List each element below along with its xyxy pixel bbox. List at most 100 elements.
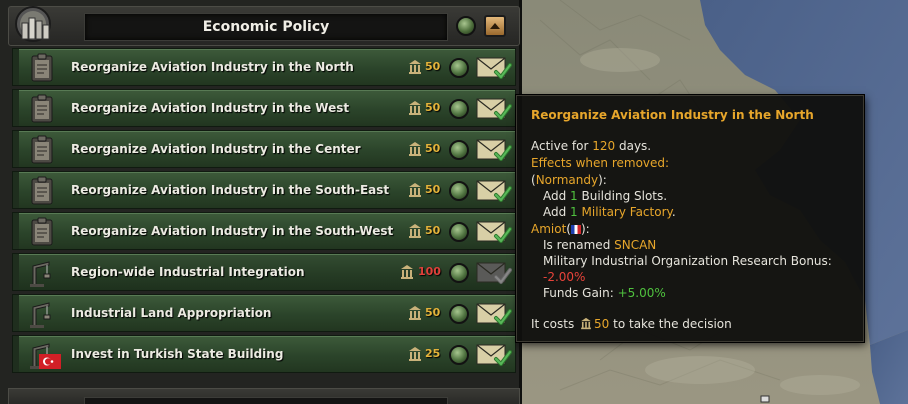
- decision-status-orb[interactable]: [449, 345, 469, 365]
- row-edge: [13, 90, 19, 126]
- decision-status-orb[interactable]: [449, 58, 469, 78]
- turkey-flag-icon: [39, 354, 61, 369]
- decision-status-orb[interactable]: [449, 263, 469, 283]
- research-bonus-value: -2.00%: [543, 270, 586, 284]
- add1-suffix: Building Slots.: [577, 189, 668, 203]
- decision-row[interactable]: Reorganize Aviation Industry in the Sout…: [12, 171, 516, 209]
- state-name[interactable]: Normandy: [536, 173, 598, 187]
- decision-row[interactable]: Reorganize Aviation Industry in the Sout…: [12, 212, 516, 250]
- renamed-prefix: Is renamed: [543, 238, 615, 252]
- political-power-icon: [409, 224, 421, 238]
- tooltip-title: Reorganize Aviation Industry in the Nort…: [531, 108, 814, 122]
- decision-row[interactable]: Reorganize Aviation Industry in the West…: [12, 89, 516, 127]
- political-power-icon: [409, 183, 421, 197]
- add2-suffix: Military Factory: [577, 205, 672, 219]
- decision-status-orb[interactable]: [449, 181, 469, 201]
- add2-num: 1: [570, 205, 578, 219]
- funds-label: Funds Gain:: [543, 286, 618, 300]
- add1-prefix: Add: [543, 189, 571, 203]
- france-flag-icon: [570, 225, 581, 234]
- decision-cost: 50: [425, 224, 441, 237]
- row-edge: [13, 336, 19, 372]
- decision-label: Reorganize Aviation Industry in the Sout…: [71, 183, 390, 197]
- add-building-slots-line: Add 1 Building Slots.: [543, 189, 667, 203]
- clipboard-icon: [31, 94, 53, 123]
- row-edge: [13, 295, 19, 331]
- take-decision-icon[interactable]: [476, 96, 512, 122]
- decision-row[interactable]: Reorganize Aviation Industry in the Nort…: [12, 48, 516, 86]
- next-category-title-bar: [84, 397, 448, 404]
- effects-header: Effects when removed:: [531, 156, 670, 170]
- decision-cost: 100: [418, 265, 441, 278]
- cost-suffix: to take the decision: [609, 317, 732, 331]
- take-decision-icon[interactable]: [476, 178, 512, 204]
- take-decision-icon[interactable]: [476, 342, 512, 368]
- take-decision-icon[interactable]: [476, 137, 512, 163]
- row-edge: [13, 254, 19, 290]
- funds-value: +5.00%: [617, 286, 666, 300]
- clipboard-icon: [31, 135, 53, 164]
- decision-cost: 50: [425, 306, 441, 319]
- decision-label: Reorganize Aviation Industry in the West: [71, 101, 350, 115]
- row-edge: [13, 49, 19, 85]
- decision-tooltip: Reorganize Aviation Industry in the Nort…: [516, 95, 864, 342]
- decision-label: Reorganize Aviation Industry in the Nort…: [71, 60, 354, 74]
- renamed-line: Is renamed SNCAN: [543, 238, 656, 252]
- clipboard-icon: [31, 176, 53, 205]
- decision-row[interactable]: Industrial Land Appropriation 50: [12, 294, 516, 332]
- political-power-icon: [401, 265, 413, 279]
- decision-status-orb[interactable]: [449, 304, 469, 324]
- decision-label: Reorganize Aviation Industry in the Sout…: [71, 224, 394, 238]
- decision-cost: 50: [425, 101, 441, 114]
- political-power-icon: [409, 60, 421, 74]
- row-edge: [13, 172, 19, 208]
- active-prefix: Active for: [531, 139, 593, 153]
- company-line: Amiot():: [531, 222, 590, 236]
- take-decision-icon[interactable]: [476, 219, 512, 245]
- row-edge: [13, 131, 19, 167]
- company-name: Amiot: [531, 222, 567, 236]
- renamed-name: SNCAN: [614, 238, 657, 252]
- cost-line: It costs 50 to take the decision: [531, 317, 732, 331]
- political-power-icon: [409, 347, 421, 361]
- active-suffix: days.: [615, 139, 652, 153]
- political-power-icon: [409, 306, 421, 320]
- decision-row[interactable]: Invest in Turkish State Building 25: [12, 335, 516, 373]
- add-factory-line: Add 1 Military Factory.: [543, 205, 676, 219]
- political-power-icon: [409, 142, 421, 156]
- state-paren-close: ):: [598, 173, 607, 187]
- decision-row[interactable]: Reorganize Aviation Industry in the Cent…: [12, 130, 516, 168]
- decision-status-orb[interactable]: [449, 222, 469, 242]
- decision-cost: 50: [425, 183, 441, 196]
- crane-icon: [30, 261, 51, 287]
- funds-line: Funds Gain: +5.00%: [543, 286, 666, 300]
- political-power-icon: [581, 317, 591, 330]
- add2-prefix: Add: [543, 205, 571, 219]
- political-power-icon: [409, 101, 421, 115]
- category-title-bar: Economic Policy: [84, 13, 448, 41]
- category-status-orb[interactable]: [456, 16, 476, 36]
- map-pin-icon[interactable]: [758, 394, 772, 404]
- cost-prefix: It costs: [531, 317, 579, 331]
- decision-label: Invest in Turkish State Building: [71, 347, 284, 361]
- decision-cost: 50: [425, 60, 441, 73]
- chevron-up-icon: [490, 23, 500, 29]
- decision-status-orb[interactable]: [449, 99, 469, 119]
- take-decision-icon[interactable]: [476, 55, 512, 81]
- collapse-button[interactable]: [484, 15, 506, 37]
- industry-category-icon: [15, 6, 51, 42]
- row-edge: [13, 213, 19, 249]
- take-decision-icon[interactable]: [476, 260, 512, 286]
- decision-label: Reorganize Aviation Industry in the Cent…: [71, 142, 361, 156]
- decision-label: Industrial Land Appropriation: [71, 306, 272, 320]
- decision-label: Region-wide Industrial Integration: [71, 265, 305, 279]
- research-bonus-label: Military Industrial Organization Researc…: [543, 254, 832, 268]
- decision-status-orb[interactable]: [449, 140, 469, 160]
- take-decision-icon[interactable]: [476, 301, 512, 327]
- company-close: ):: [580, 222, 590, 236]
- crane-icon: [30, 302, 51, 328]
- clipboard-icon: [31, 53, 53, 82]
- cost-value: 50: [594, 317, 610, 331]
- tooltip-active-line: Active for 120 days.: [531, 139, 651, 153]
- decision-row[interactable]: Region-wide Industrial Integration 100: [12, 253, 516, 291]
